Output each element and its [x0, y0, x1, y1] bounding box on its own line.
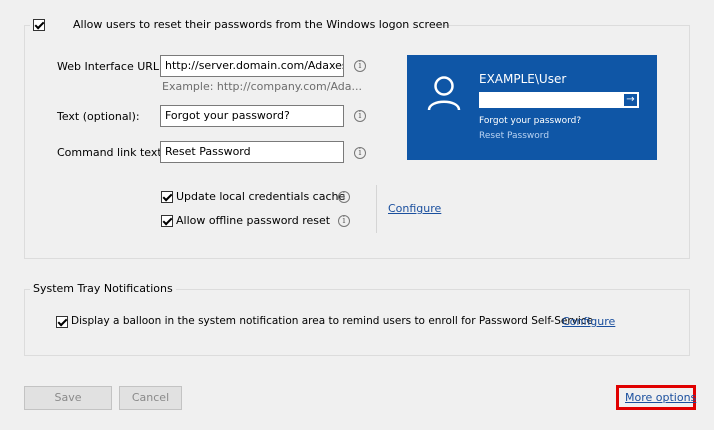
configure-balloon-link[interactable]: Configure — [562, 315, 615, 328]
configure-credentials-link[interactable]: Configure — [388, 202, 441, 215]
preview-password-box: → — [479, 92, 639, 108]
command-link-input[interactable]: Reset Password — [160, 141, 344, 163]
vertical-separator — [376, 185, 377, 233]
web-url-info-icon[interactable]: i — [354, 60, 366, 72]
offline-reset-info-icon[interactable]: i — [338, 215, 350, 227]
logon-reset-checkbox[interactable] — [33, 19, 45, 31]
web-url-input[interactable]: http://server.domain.com/Adaxes/Se — [160, 55, 344, 77]
web-url-example: Example: http://company.com/Ada... — [162, 80, 362, 93]
tray-notifications-legend: System Tray Notifications — [30, 282, 176, 295]
preview-reset-link: Reset Password — [479, 131, 550, 141]
save-button[interactable]: Save — [24, 386, 112, 410]
more-options-link[interactable]: More options — [625, 391, 696, 404]
update-cache-checkbox[interactable] — [161, 191, 173, 203]
command-link-label: Command link text: — [57, 146, 166, 159]
preview-username: EXAMPLE\User — [479, 72, 567, 86]
balloon-label: Display a balloon in the system notifica… — [71, 315, 594, 327]
text-optional-input[interactable]: Forgot your password? — [160, 105, 344, 127]
balloon-checkbox[interactable] — [56, 316, 68, 328]
text-optional-info-icon[interactable]: i — [354, 110, 366, 122]
command-link-info-icon[interactable]: i — [354, 147, 366, 159]
user-avatar-icon — [427, 76, 461, 111]
preview-forgot-text: Forgot your password? — [479, 116, 582, 126]
offline-reset-checkbox[interactable] — [161, 215, 173, 227]
update-cache-info-icon[interactable]: i — [338, 191, 350, 203]
cancel-button[interactable]: Cancel — [119, 386, 182, 410]
text-optional-label: Text (optional): — [57, 110, 140, 123]
logon-reset-label: Allow users to reset their passwords fro… — [73, 18, 450, 31]
logon-screen-preview: EXAMPLE\User → Forgot your password? Res… — [407, 55, 657, 160]
offline-reset-label: Allow offline password reset — [176, 214, 331, 227]
logon-reset-legend[interactable]: Allow users to reset their passwords fro… — [30, 18, 449, 34]
web-url-label: Web Interface URL: — [57, 60, 163, 73]
preview-submit-arrow-icon: → — [623, 93, 638, 107]
update-cache-label: Update local credentials cache — [176, 190, 346, 203]
